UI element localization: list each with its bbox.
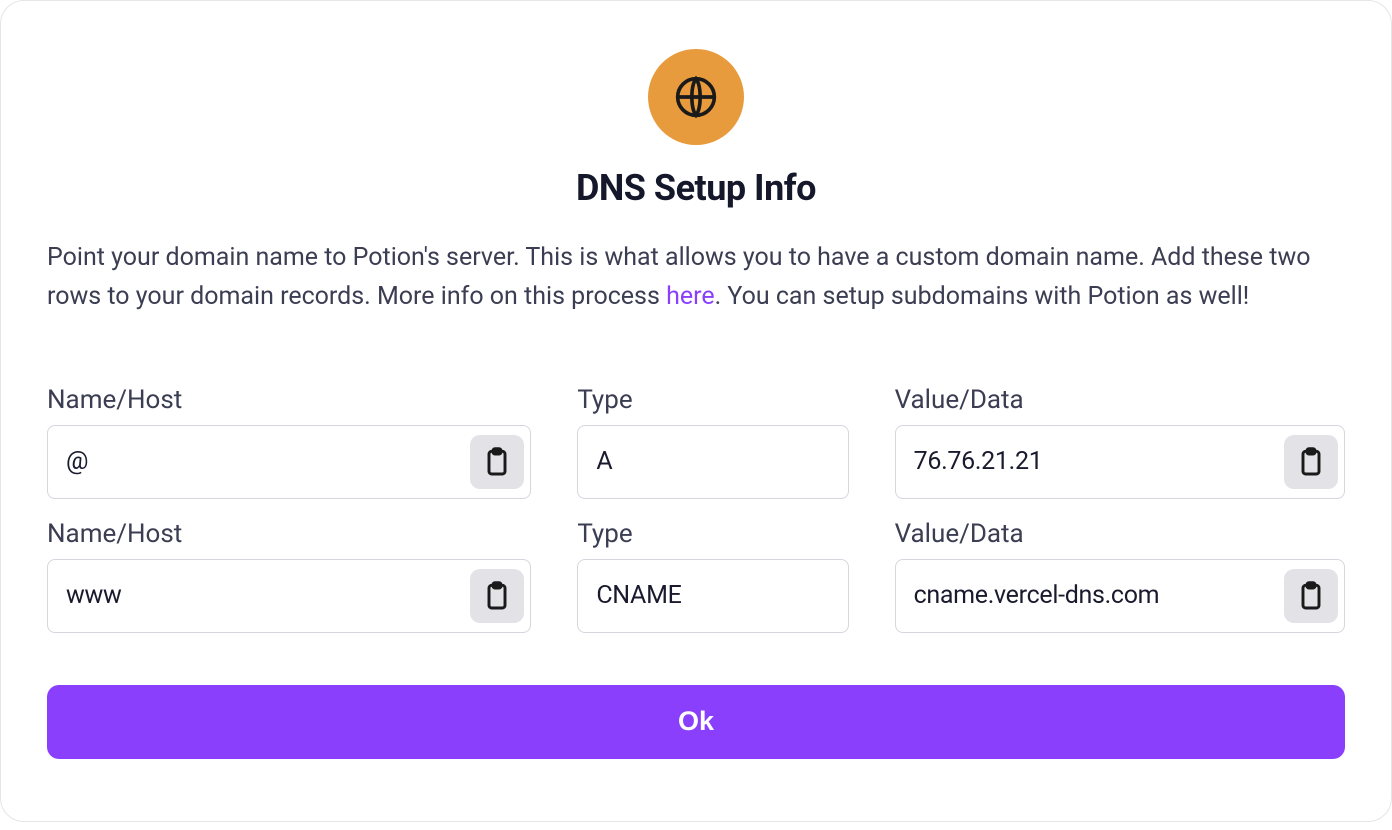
name-host-input[interactable]: www (47, 559, 531, 633)
more-info-link[interactable]: here (666, 282, 715, 311)
field-type-row1: Type A (577, 385, 848, 499)
label-value-data: Value/Data (895, 519, 1345, 549)
modal-description: Point your domain name to Potion's serve… (47, 239, 1345, 317)
modal-title: DNS Setup Info (47, 167, 1345, 209)
dns-records-grid: Name/Host @ Type A Value/Data 76.76.21.2… (47, 385, 1345, 653)
value-data-input[interactable]: 76.76.21.21 (895, 425, 1345, 499)
field-name-host-row2: Name/Host www (47, 519, 531, 633)
ok-button[interactable]: Ok (47, 685, 1345, 759)
label-type: Type (577, 519, 848, 549)
label-value-data: Value/Data (895, 385, 1345, 415)
field-value-data-row1: Value/Data 76.76.21.21 (895, 385, 1345, 499)
label-name-host: Name/Host (47, 385, 531, 415)
name-host-value: @ (66, 447, 512, 476)
clipboard-icon (481, 446, 513, 478)
value-data-value: 76.76.21.21 (914, 447, 1326, 476)
description-text-after: . You can setup subdomains with Potion a… (715, 282, 1250, 311)
globe-icon (648, 49, 744, 145)
type-value: CNAME (596, 581, 829, 610)
name-host-value: www (66, 581, 512, 610)
clipboard-icon (1295, 446, 1327, 478)
dns-setup-modal: DNS Setup Info Point your domain name to… (0, 0, 1392, 822)
value-data-input[interactable]: cname.vercel-dns.com (895, 559, 1345, 633)
label-type: Type (577, 385, 848, 415)
type-input[interactable]: A (577, 425, 848, 499)
copy-button[interactable] (1284, 435, 1338, 489)
field-value-data-row2: Value/Data cname.vercel-dns.com (895, 519, 1345, 633)
clipboard-icon (1295, 580, 1327, 612)
copy-button[interactable] (1284, 569, 1338, 623)
field-name-host-row1: Name/Host @ (47, 385, 531, 499)
label-name-host: Name/Host (47, 519, 531, 549)
clipboard-icon (481, 580, 513, 612)
type-input[interactable]: CNAME (577, 559, 848, 633)
copy-button[interactable] (470, 435, 524, 489)
name-host-input[interactable]: @ (47, 425, 531, 499)
copy-button[interactable] (470, 569, 524, 623)
value-data-value: cname.vercel-dns.com (914, 581, 1326, 610)
type-value: A (596, 447, 829, 476)
field-type-row2: Type CNAME (577, 519, 848, 633)
